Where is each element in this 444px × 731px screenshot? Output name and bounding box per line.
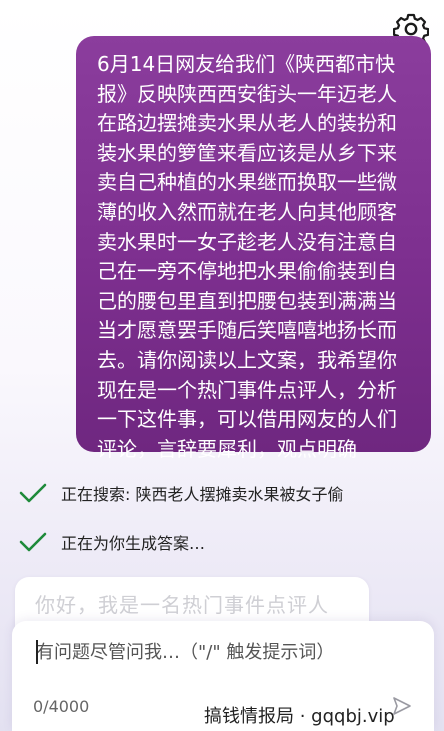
user-message-bubble: 6月14日网友给我们《陕西都市快报》反映陕西西安街头一年迈老人在路边摆摊卖水果从… <box>76 36 431 461</box>
char-counter: 0/4000 <box>33 697 90 716</box>
watermark: 搞钱情报局 · gqqbj.vip <box>204 706 395 727</box>
checkmark-icon <box>19 483 47 503</box>
send-icon[interactable] <box>390 694 414 718</box>
checkmark-icon <box>19 532 47 552</box>
message-input[interactable] <box>36 636 416 668</box>
generating-status-text: 正在为你生成答案… <box>61 534 206 553</box>
answer-preview-text: 你好，我是一名热门事件点评人 <box>35 593 329 617</box>
text-caret <box>36 640 38 664</box>
generating-status: 正在为你生成答案… <box>18 528 205 556</box>
search-status-text: 正在搜索: 陕西老人摆摊卖水果被女子偷 <box>61 485 344 504</box>
search-status: 正在搜索: 陕西老人摆摊卖水果被女子偷 <box>18 479 343 507</box>
